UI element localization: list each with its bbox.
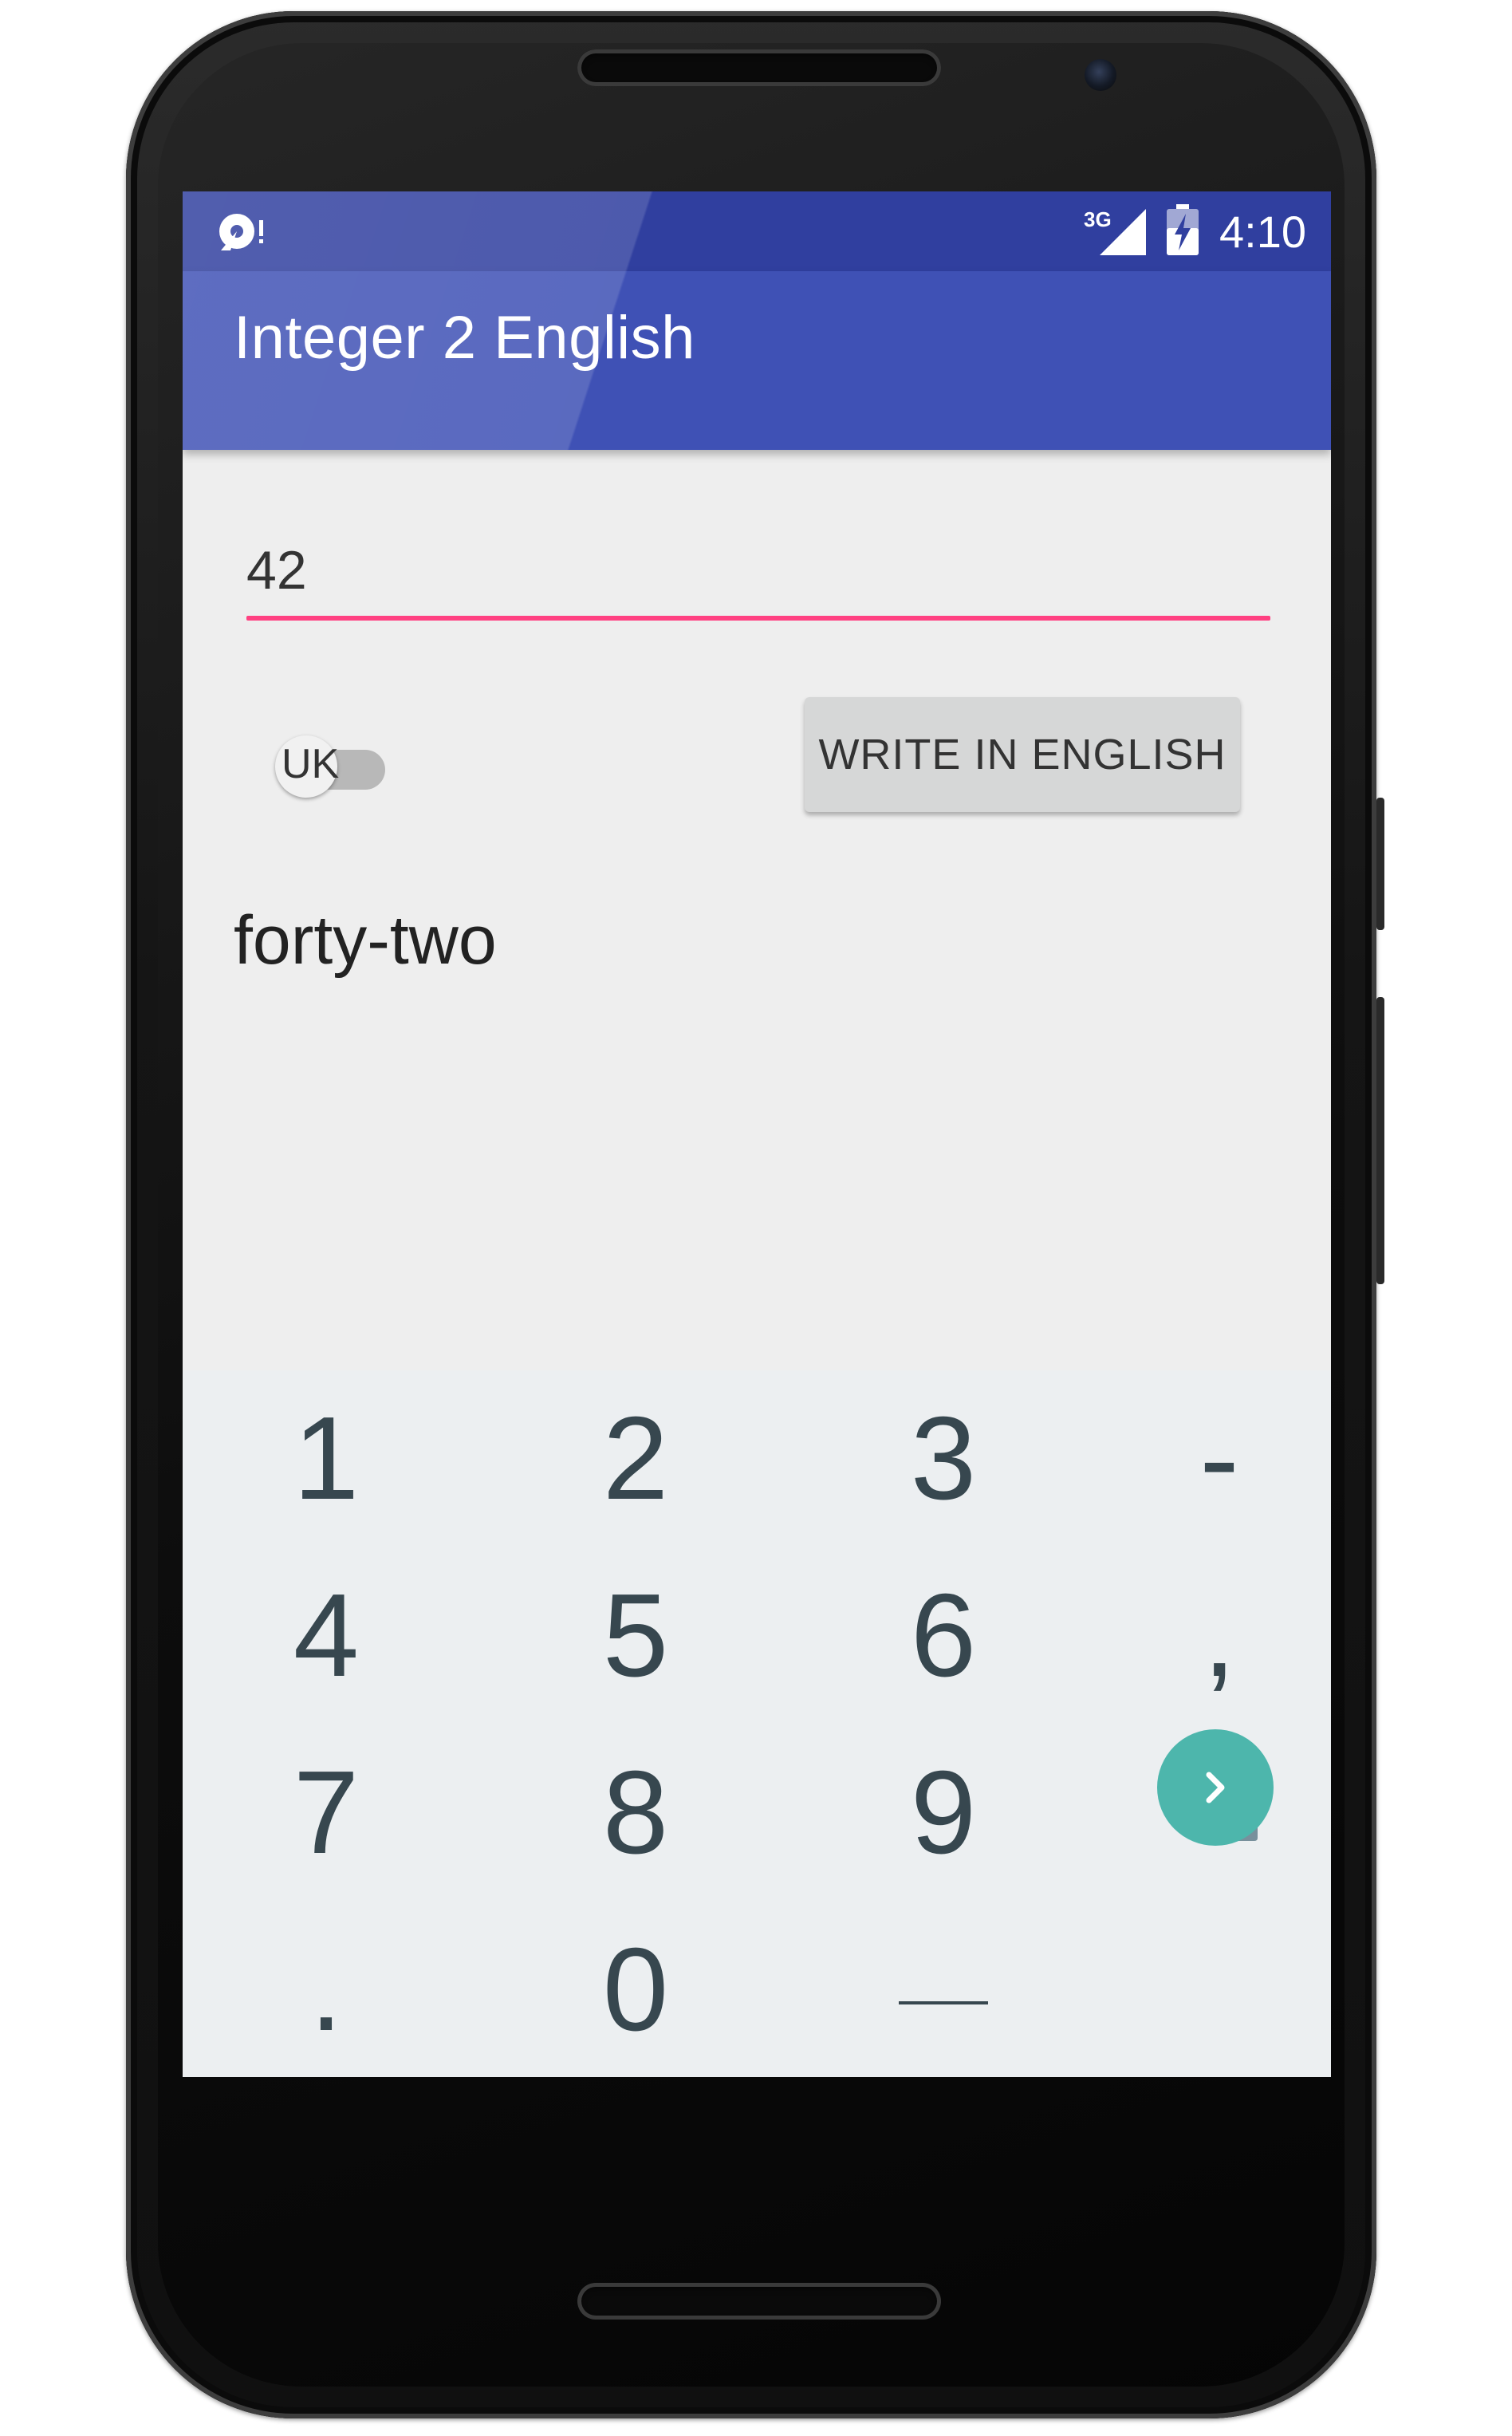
key-0[interactable]: 0 <box>492 1902 779 2077</box>
bottom-speaker <box>577 2283 941 2320</box>
input-underline <box>246 616 1270 621</box>
screen: 3G 4:10 Integer 2 English UK WRITE IN EN… <box>183 191 1331 2077</box>
write-in-english-button[interactable]: WRITE IN ENGLISH <box>805 697 1240 812</box>
status-bar: 3G 4:10 <box>183 191 1331 271</box>
enter-key[interactable] <box>1157 1729 1274 1846</box>
space-icon <box>899 2001 988 2004</box>
uk-switch-label: UK <box>282 741 340 787</box>
status-clock: 4:10 <box>1219 207 1306 257</box>
app-bar: Integer 2 English <box>183 271 1331 450</box>
signal-icon <box>1092 206 1148 260</box>
volume-button <box>1376 997 1384 1284</box>
battery-charging-icon <box>1165 204 1200 260</box>
key-comma[interactable]: , <box>1076 1547 1331 1725</box>
key-space[interactable] <box>800 1902 1087 2077</box>
app-title: Integer 2 English <box>234 304 695 372</box>
key-period[interactable]: . <box>183 1902 470 2077</box>
key-5[interactable]: 5 <box>492 1547 779 1725</box>
key-6[interactable]: 6 <box>800 1547 1087 1725</box>
key-7[interactable]: 7 <box>183 1725 470 1902</box>
result-text: forty-two <box>234 902 497 979</box>
key-minus[interactable]: - <box>1076 1370 1331 1547</box>
android-debug-icon <box>215 209 270 257</box>
chevron-right-icon <box>1206 1772 1225 1803</box>
number-input[interactable] <box>246 534 1269 606</box>
key-3[interactable]: 3 <box>800 1370 1087 1547</box>
key-2[interactable]: 2 <box>492 1370 779 1547</box>
key-4[interactable]: 4 <box>183 1547 470 1725</box>
front-camera <box>1085 59 1116 91</box>
key-9[interactable]: 9 <box>800 1725 1087 1902</box>
key-1[interactable]: 1 <box>183 1370 470 1547</box>
key-8[interactable]: 8 <box>492 1725 779 1902</box>
top-speaker <box>577 49 941 86</box>
power-button <box>1376 798 1384 930</box>
